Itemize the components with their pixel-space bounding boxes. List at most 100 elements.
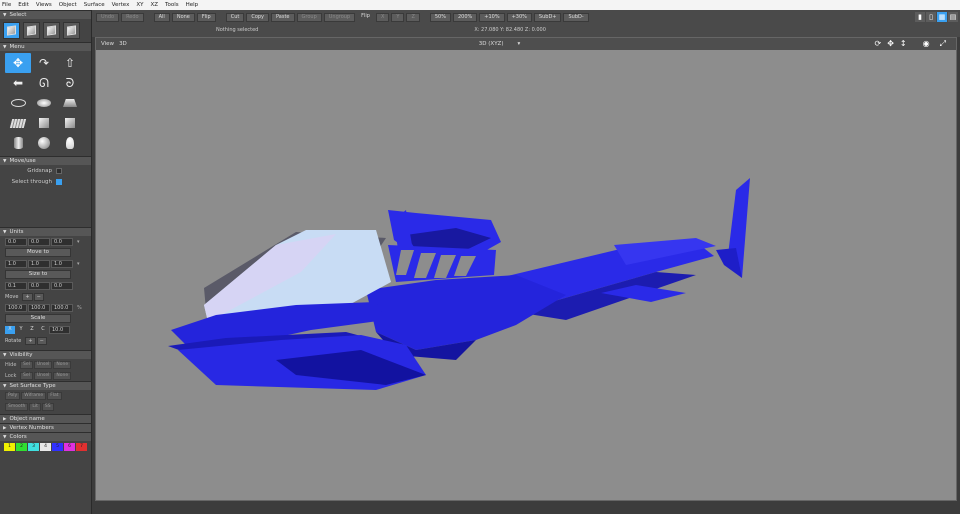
- surface-lit-button[interactable]: Lit: [29, 402, 41, 411]
- scale-z-input[interactable]: 100.0: [51, 303, 73, 312]
- layout-split-icon[interactable]: ▯: [926, 12, 936, 22]
- step-x-input[interactable]: 0.1: [5, 281, 27, 290]
- subd-plus-button[interactable]: SubD+: [533, 12, 562, 22]
- flip-z-button[interactable]: Z: [406, 12, 420, 22]
- select-all-button[interactable]: All: [153, 12, 170, 22]
- object-name-section-header[interactable]: ▶ Object name: [0, 414, 91, 423]
- visibility-section-header[interactable]: ▼ Visibility: [0, 350, 91, 359]
- menu-edit[interactable]: Edit: [18, 2, 29, 8]
- hide-unsel-button[interactable]: Unsel: [33, 360, 53, 369]
- copy-button[interactable]: Copy: [246, 12, 270, 22]
- 3d-viewport[interactable]: View 3D 3D (XYZ) ▾ ⟳ ✥ ↕ ◉ ⤢: [95, 37, 957, 501]
- arrow-tool[interactable]: ⬅: [5, 73, 31, 93]
- rotate-angle-input[interactable]: 10.0: [49, 325, 70, 334]
- axis-z-button[interactable]: Z: [27, 326, 37, 334]
- move-tool[interactable]: ✥: [5, 53, 31, 73]
- undo-button[interactable]: Undo: [96, 12, 120, 22]
- ungroup-button[interactable]: Ungroup: [323, 12, 356, 22]
- disk-tool[interactable]: [31, 93, 57, 113]
- zoom-vertical-icon[interactable]: ↕: [900, 39, 907, 49]
- menu-surface[interactable]: Surface: [84, 2, 105, 8]
- surface-flat-button[interactable]: Flat: [47, 391, 62, 400]
- box-tool[interactable]: [57, 113, 83, 133]
- layout-grid-icon[interactable]: ▤: [948, 12, 958, 22]
- select-none-button[interactable]: None: [171, 12, 195, 22]
- select-vertex-button[interactable]: [63, 22, 80, 39]
- move-y-input[interactable]: 0.0: [28, 237, 50, 246]
- projection-select[interactable]: 3D (XYZ): [479, 41, 504, 47]
- units-section-header[interactable]: ▼ Units: [0, 227, 91, 236]
- menu-xz[interactable]: XZ: [151, 2, 159, 8]
- light-tool[interactable]: [57, 133, 83, 153]
- scale-plus30-button[interactable]: +30%: [506, 12, 532, 22]
- lock-none-button[interactable]: None: [53, 371, 72, 380]
- size-z-input[interactable]: 1.0: [51, 259, 73, 268]
- size-y-input[interactable]: 1.0: [28, 259, 50, 268]
- flip-selection-button[interactable]: Flip: [196, 12, 216, 22]
- rotate-plus-button[interactable]: +: [25, 336, 36, 345]
- cut-button[interactable]: Cut: [225, 12, 245, 22]
- paste-button[interactable]: Paste: [271, 12, 295, 22]
- chevron-down-icon[interactable]: ▾: [517, 41, 520, 47]
- select-face-button[interactable]: [23, 22, 40, 39]
- menu-vertex[interactable]: Vertex: [112, 2, 130, 8]
- lasso-tool[interactable]: ᘏ: [31, 73, 57, 93]
- hide-sel-button[interactable]: Sel: [20, 360, 33, 369]
- sphere-tool[interactable]: [31, 133, 57, 153]
- extrude-tool[interactable]: ⇧: [57, 53, 83, 73]
- select-object-button[interactable]: [3, 22, 20, 39]
- manipulate-section-header[interactable]: ▼ Move/use: [0, 156, 91, 165]
- lock-sel-button[interactable]: Sel: [20, 371, 33, 380]
- vertex-numbers-section-header[interactable]: ▶ Vertex Numbers: [0, 423, 91, 432]
- lasso2-tool[interactable]: ᘐ: [57, 73, 83, 93]
- scale-y-input[interactable]: 100.0: [28, 303, 50, 312]
- surface-smooth-button[interactable]: Smooth: [5, 402, 29, 411]
- group-button[interactable]: Group: [296, 12, 322, 22]
- color-swatch-magenta[interactable]: 6: [64, 443, 75, 451]
- lock-unsel-button[interactable]: Unsel: [33, 371, 53, 380]
- surface-ss-button[interactable]: SS: [41, 402, 54, 411]
- move-z-input[interactable]: 0.0: [51, 237, 73, 246]
- maximize-icon[interactable]: ⤢: [940, 39, 946, 49]
- surface-poly-button[interactable]: Poly: [5, 391, 21, 400]
- step-y-input[interactable]: 0.0: [28, 281, 50, 290]
- model-scene[interactable]: [96, 50, 956, 500]
- ramp-tool[interactable]: [57, 93, 83, 113]
- select-section-header[interactable]: ▼ Select: [0, 10, 91, 19]
- select-edge-button[interactable]: [43, 22, 60, 39]
- menu-file[interactable]: File: [2, 2, 11, 8]
- flip-x-button[interactable]: X: [375, 12, 390, 22]
- menu-views[interactable]: Views: [36, 2, 52, 8]
- grid-tool[interactable]: [5, 113, 31, 133]
- surface-type-section-header[interactable]: ▼ Set Surface Type: [0, 381, 91, 390]
- color-swatch-yellow[interactable]: 1: [4, 443, 15, 451]
- scale-x-input[interactable]: 100.0: [5, 303, 27, 312]
- menu-object[interactable]: Object: [59, 2, 77, 8]
- scale-200-button[interactable]: 200%: [453, 12, 478, 22]
- layout-quad-icon[interactable]: ▦: [937, 12, 947, 22]
- color-swatch-white[interactable]: 4: [40, 443, 51, 451]
- axis-x-button[interactable]: X: [5, 325, 15, 334]
- color-swatch-blue[interactable]: 5: [52, 443, 63, 451]
- scale-50-button[interactable]: 50%: [429, 12, 451, 22]
- color-swatch-red[interactable]: 7: [76, 443, 87, 451]
- cylinder-tool[interactable]: [5, 133, 31, 153]
- rotate-tool[interactable]: ↷: [31, 53, 57, 73]
- move-x-input[interactable]: 0.0: [5, 237, 27, 246]
- move-to-button[interactable]: Move to: [5, 248, 71, 257]
- size-to-button[interactable]: Size to: [5, 270, 71, 279]
- menu-tools[interactable]: Tools: [165, 2, 179, 8]
- gridsnap-checkbox[interactable]: [56, 167, 62, 174]
- subdivided-box-tool[interactable]: [31, 113, 57, 133]
- flip-y-button[interactable]: Y: [391, 12, 405, 22]
- scale-plus10-button[interactable]: +10%: [479, 12, 505, 22]
- move-plus-button[interactable]: +: [22, 292, 33, 301]
- view-mode[interactable]: 3D: [119, 41, 127, 47]
- color-swatch-cyan[interactable]: 3: [28, 443, 39, 451]
- axis-y-button[interactable]: Y: [16, 326, 26, 334]
- step-z-input[interactable]: 0.0: [51, 281, 73, 290]
- stepper-icon[interactable]: ▾: [77, 261, 80, 267]
- eye-icon[interactable]: ◉: [923, 39, 930, 49]
- hide-none-button[interactable]: None: [53, 360, 72, 369]
- redo-button[interactable]: Redo: [121, 12, 144, 22]
